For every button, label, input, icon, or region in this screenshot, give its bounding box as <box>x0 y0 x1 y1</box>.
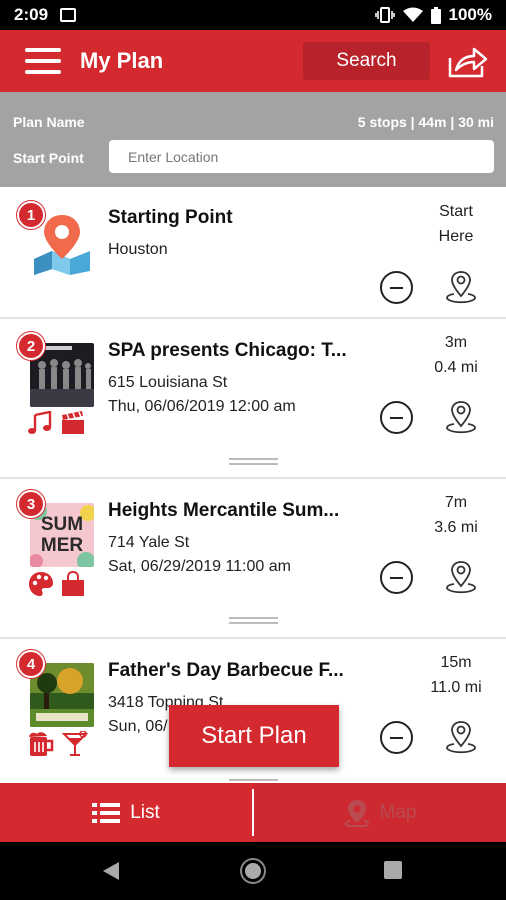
stop-number-badge: 4 <box>17 650 45 678</box>
back-icon[interactable] <box>103 862 119 880</box>
remove-stop-button[interactable] <box>380 271 413 304</box>
stop-time-text: 3m <box>444 334 468 351</box>
wifi-icon <box>402 7 423 22</box>
search-button[interactable]: Search <box>303 42 430 80</box>
status-bar: 2:09 100% <box>0 0 506 30</box>
directions-pin-icon[interactable] <box>443 559 479 595</box>
stop-title: Father's Day Barbecue F... <box>108 660 344 681</box>
page-title: My Plan <box>80 48 164 73</box>
film-clapper-icon <box>62 411 84 434</box>
system-nav-bar <box>0 842 506 900</box>
stop-datetime: Thu, 06/06/2019 12:00 am <box>108 398 296 415</box>
thumb-text-1: SUM <box>40 514 84 535</box>
stop-number-badge: 3 <box>17 490 45 518</box>
thumb-text-2: MER <box>40 535 84 556</box>
plan-stats: 5 stops | 44m | 30 mi <box>357 114 494 130</box>
stop-distance-text: 0.4 mi <box>434 359 478 376</box>
stop-number-badge: 1 <box>17 201 45 229</box>
start-point-label: Start Point <box>13 150 84 166</box>
drag-handle[interactable] <box>229 617 278 624</box>
stop-address: Houston <box>108 241 168 258</box>
list-icon <box>92 802 121 823</box>
tab-list-label: List <box>130 801 160 823</box>
status-icons: 100% <box>374 5 492 25</box>
stop-time-text: 15m <box>440 654 472 671</box>
stop-item[interactable]: 3 SUM MER Heights Mercantile Sum... 714 … <box>0 479 506 639</box>
stop-number-badge: 2 <box>17 332 45 360</box>
stop-title: Heights Mercantile Sum... <box>108 500 340 521</box>
tab-map[interactable]: Map <box>254 783 506 842</box>
palette-icon <box>29 572 53 596</box>
bottom-nav: List Map <box>0 783 506 842</box>
location-input[interactable] <box>109 140 494 173</box>
directions-pin-icon[interactable] <box>443 399 479 435</box>
stop-time-text: Start <box>439 203 473 220</box>
stop-datetime: Sat, 06/29/2019 11:00 am <box>108 558 291 575</box>
home-icon[interactable] <box>242 860 264 882</box>
battery-percent: 100% <box>448 5 492 24</box>
image-notification-icon <box>60 8 77 22</box>
stop-title: SPA presents Chicago: T... <box>108 340 347 361</box>
category-icons <box>28 731 88 757</box>
beer-mug-icon <box>29 732 54 756</box>
stop-distance-text: 3.6 mi <box>434 519 478 536</box>
category-icons <box>28 411 86 435</box>
recents-icon[interactable] <box>384 861 402 879</box>
stop-item[interactable]: 2 SPA presents Chicago: T... 615 Louisia… <box>0 319 506 479</box>
music-icon <box>28 411 52 434</box>
map-pin-icon <box>344 799 369 827</box>
stop-list[interactable]: 1 Starting Point Houston Start Here 2 SP… <box>0 187 506 783</box>
cocktail-icon <box>62 731 88 756</box>
plan-info-bar: Plan Name 5 stops | 44m | 30 mi Start Po… <box>0 92 506 187</box>
menu-icon[interactable] <box>25 48 61 74</box>
stop-eta: 7m 3.6 mi <box>416 490 496 540</box>
remove-stop-button[interactable] <box>380 401 413 434</box>
stop-distance-text: Here <box>438 228 474 245</box>
share-icon[interactable] <box>448 44 488 78</box>
stop-title: Starting Point <box>108 207 233 228</box>
status-time: 2:09 <box>14 5 49 24</box>
stop-item[interactable]: 1 Starting Point Houston Start Here <box>0 187 506 319</box>
vibrate-icon <box>374 7 395 23</box>
stop-address: 714 Yale St <box>108 534 190 551</box>
tab-list[interactable]: List <box>0 783 252 842</box>
app-bar: My Plan Search <box>0 30 506 92</box>
remove-stop-button[interactable] <box>380 561 413 594</box>
stop-eta: 15m 11.0 mi <box>416 650 496 700</box>
tab-map-label: Map <box>379 801 417 823</box>
shopping-bag-icon <box>62 571 84 596</box>
plan-name-label[interactable]: Plan Name <box>13 114 85 130</box>
drag-handle[interactable] <box>229 458 278 465</box>
start-plan-button[interactable]: Start Plan <box>169 705 339 767</box>
stop-eta: 3m 0.4 mi <box>416 330 496 380</box>
stop-eta: Start Here <box>416 199 496 249</box>
remove-stop-button[interactable] <box>380 721 413 754</box>
battery-icon <box>430 6 441 24</box>
stop-time-text: 7m <box>444 494 468 511</box>
stop-distance-text: 11.0 mi <box>430 679 482 696</box>
category-icons <box>28 571 86 597</box>
directions-pin-icon[interactable] <box>443 719 479 755</box>
stop-address: 615 Louisiana St <box>108 374 228 391</box>
directions-pin-icon[interactable] <box>443 269 479 305</box>
